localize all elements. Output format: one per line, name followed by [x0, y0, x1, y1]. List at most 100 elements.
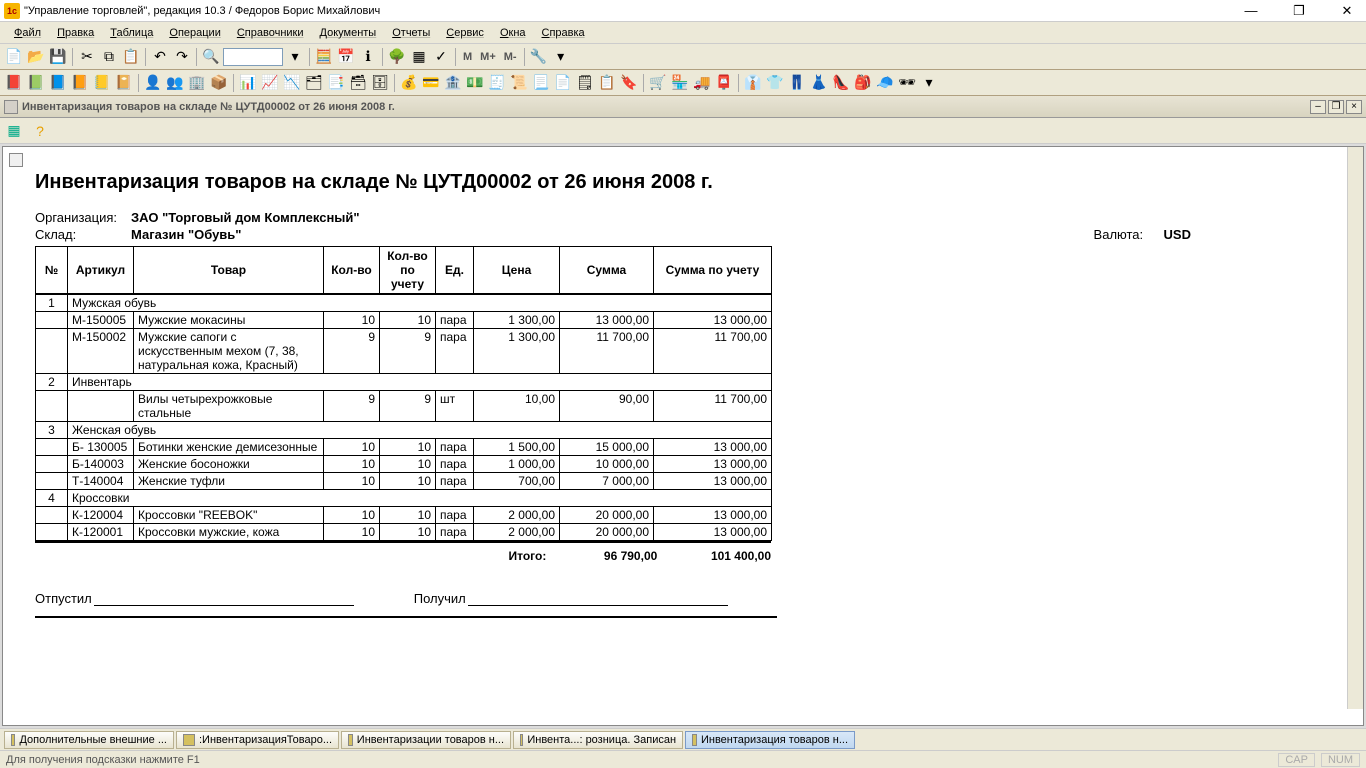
print-preview-icon[interactable]: ▦ — [4, 121, 24, 141]
menu-service[interactable]: Сервис — [440, 25, 490, 41]
signatures: Отпустил Получил — [35, 591, 777, 618]
task-button-2[interactable]: :ИнвентаризацияТоваро... — [176, 731, 339, 749]
task-icon — [692, 734, 697, 746]
menu-file[interactable]: Файл — [8, 25, 47, 41]
minimize-button[interactable]: — — [1236, 1, 1266, 21]
app-icon: 1с — [4, 3, 20, 19]
redo-icon[interactable]: ↷ — [172, 47, 192, 67]
rp5-icon[interactable]: 🧾 — [487, 73, 507, 93]
dropdown3-icon[interactable]: ▾ — [919, 73, 939, 93]
currency-value: USD — [1164, 227, 1191, 242]
task-button-4[interactable]: Инвента...: розница. Записан — [513, 731, 683, 749]
maximize-button[interactable]: ❐ — [1284, 1, 1314, 21]
menu-references[interactable]: Справочники — [231, 25, 310, 41]
rp4-icon[interactable]: 💵 — [465, 73, 485, 93]
doc-close-button[interactable]: × — [1346, 100, 1362, 114]
menu-reports[interactable]: Отчеты — [386, 25, 436, 41]
op1-icon[interactable]: 📊 — [238, 73, 258, 93]
calendar-icon[interactable]: 📅 — [336, 47, 356, 67]
doc2-icon[interactable]: 📗 — [26, 73, 46, 93]
op2-icon[interactable]: 📈 — [260, 73, 280, 93]
pp2-icon[interactable]: 👕 — [765, 73, 785, 93]
ex3-icon[interactable]: 🚚 — [692, 73, 712, 93]
menu-help[interactable]: Справка — [536, 25, 591, 41]
pp7-icon[interactable]: 🧢 — [875, 73, 895, 93]
user2-icon[interactable]: 👥 — [165, 73, 185, 93]
document-toolbar: ▦ ? — [0, 118, 1366, 144]
doc-restore-button[interactable]: ❐ — [1328, 100, 1344, 114]
pp6-icon[interactable]: 🎒 — [853, 73, 873, 93]
memory-m[interactable]: M — [460, 51, 475, 63]
undo-icon[interactable]: ↶ — [150, 47, 170, 67]
search-icon[interactable]: 🔍 — [201, 47, 221, 67]
copy-icon[interactable]: ⧉ — [99, 47, 119, 67]
rp11-icon[interactable]: 🔖 — [619, 73, 639, 93]
open-icon[interactable]: 📂 — [26, 47, 46, 67]
op6-icon[interactable]: 🗃 — [348, 73, 368, 93]
dropdown-icon[interactable]: ▾ — [285, 47, 305, 67]
menu-documents[interactable]: Документы — [314, 25, 383, 41]
op7-icon[interactable]: 🗄 — [370, 73, 390, 93]
save-icon[interactable]: 💾 — [48, 47, 68, 67]
doc6-icon[interactable]: 📔 — [114, 73, 134, 93]
sheet-corner[interactable] — [9, 153, 23, 167]
close-button[interactable]: ✕ — [1332, 1, 1362, 21]
paste-icon[interactable]: 📋 — [121, 47, 141, 67]
pp8-icon[interactable]: 🕶 — [897, 73, 917, 93]
wrench-icon[interactable]: 🔧 — [529, 47, 549, 67]
memory-mminus[interactable]: M- — [501, 51, 520, 63]
rp8-icon[interactable]: 📄 — [553, 73, 573, 93]
doc-minimize-button[interactable]: – — [1310, 100, 1326, 114]
sklad-label: Склад: — [35, 227, 131, 242]
menu-edit[interactable]: Правка — [51, 25, 100, 41]
rp2-icon[interactable]: 💳 — [421, 73, 441, 93]
op5-icon[interactable]: 📑 — [326, 73, 346, 93]
rp9-icon[interactable]: 🗒 — [575, 73, 595, 93]
document-title: Инвентаризация товаров на складе № ЦУТД0… — [22, 101, 1310, 113]
op3-icon[interactable]: 📉 — [282, 73, 302, 93]
task-icon — [348, 734, 353, 746]
user3-icon[interactable]: 🏢 — [187, 73, 207, 93]
user4-icon[interactable]: 📦 — [209, 73, 229, 93]
check-icon[interactable]: ✓ — [431, 47, 451, 67]
menu-table[interactable]: Таблица — [104, 25, 159, 41]
rp1-icon[interactable]: 💰 — [399, 73, 419, 93]
doc3-icon[interactable]: 📘 — [48, 73, 68, 93]
task-button-1[interactable]: Дополнительные внешние ... — [4, 731, 174, 749]
ex4-icon[interactable]: 📮 — [714, 73, 734, 93]
cut-icon[interactable]: ✂ — [77, 47, 97, 67]
doc5-icon[interactable]: 📒 — [92, 73, 112, 93]
op4-icon[interactable]: 🗂 — [304, 73, 324, 93]
ex1-icon[interactable]: 🛒 — [648, 73, 668, 93]
rp3-icon[interactable]: 🏦 — [443, 73, 463, 93]
vertical-scrollbar[interactable] — [1347, 147, 1363, 709]
task-button-3[interactable]: Инвентаризации товаров н... — [341, 731, 511, 749]
zoom-combo[interactable] — [223, 48, 283, 66]
doc4-icon[interactable]: 📙 — [70, 73, 90, 93]
dropdown2-icon[interactable]: ▾ — [551, 47, 571, 67]
doc1-icon[interactable]: 📕 — [4, 73, 24, 93]
task-button-5[interactable]: Инвентаризация товаров н... — [685, 731, 855, 749]
pp3-icon[interactable]: 👖 — [787, 73, 807, 93]
help-icon[interactable]: ? — [30, 121, 50, 141]
pp4-icon[interactable]: 👗 — [809, 73, 829, 93]
grid-icon[interactable]: ▦ — [409, 47, 429, 67]
group-row: 2Инвентарь — [36, 374, 772, 391]
rp6-icon[interactable]: 📜 — [509, 73, 529, 93]
memory-mplus[interactable]: M+ — [477, 51, 499, 63]
new-icon[interactable]: 📄 — [4, 47, 24, 67]
pp1-icon[interactable]: 👔 — [743, 73, 763, 93]
menu-windows[interactable]: Окна — [494, 25, 532, 41]
user1-icon[interactable]: 👤 — [143, 73, 163, 93]
rp10-icon[interactable]: 📋 — [597, 73, 617, 93]
totals-label: Итого: — [509, 542, 567, 563]
tree-icon[interactable]: 🌳 — [387, 47, 407, 67]
info-icon[interactable]: ℹ — [358, 47, 378, 67]
pp5-icon[interactable]: 👠 — [831, 73, 851, 93]
table-row: Б- 130005Ботинки женские демисезонные101… — [36, 439, 772, 456]
ex2-icon[interactable]: 🏪 — [670, 73, 690, 93]
rp7-icon[interactable]: 📃 — [531, 73, 551, 93]
menu-operations[interactable]: Операции — [163, 25, 226, 41]
report-sheet[interactable]: Инвентаризация товаров на складе № ЦУТД0… — [2, 146, 1364, 726]
calc-icon[interactable]: 🧮 — [314, 47, 334, 67]
